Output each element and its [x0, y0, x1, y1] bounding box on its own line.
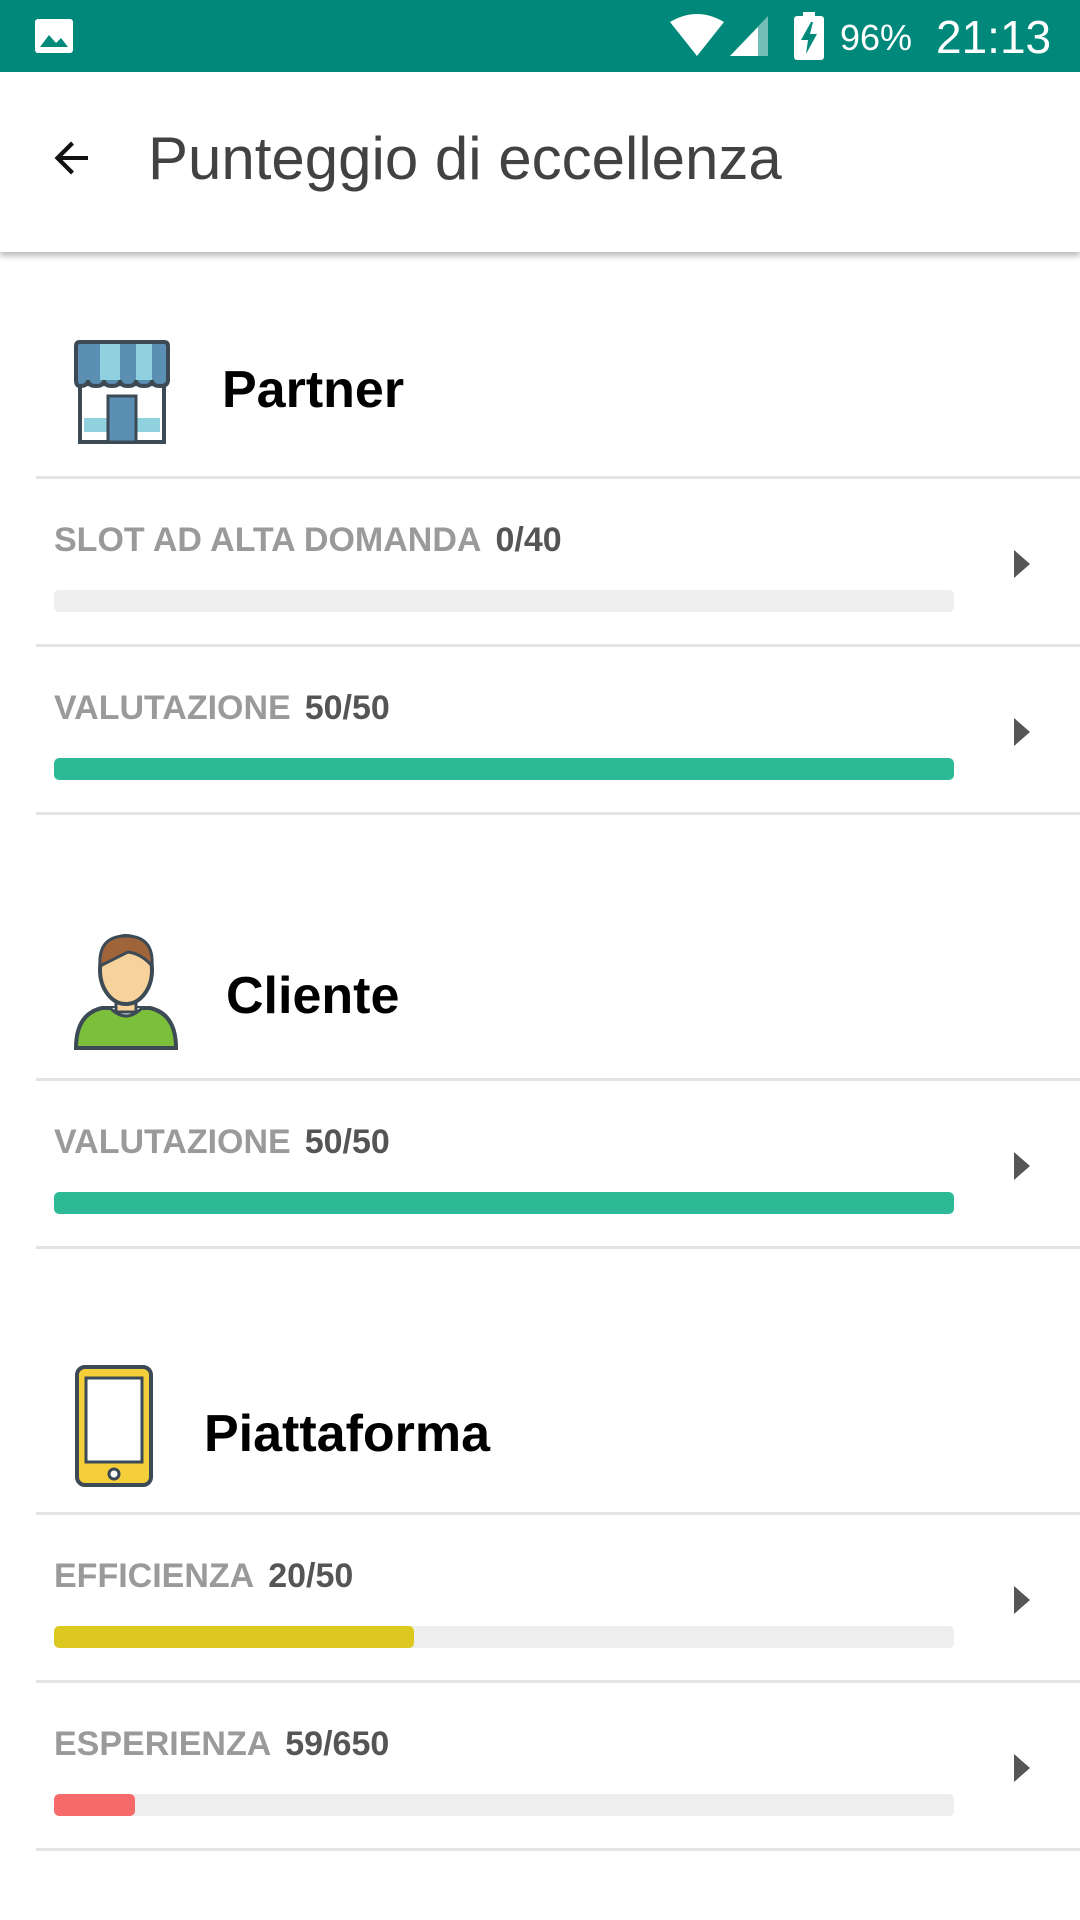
chevron-right-icon — [1014, 1152, 1030, 1180]
section-cliente: Cliente — [0, 932, 1080, 1052]
metric-value: 50/50 — [304, 689, 390, 727]
signal-icon — [730, 16, 768, 56]
page-title: Punteggio di eccellenza — [148, 125, 782, 192]
chevron-right-icon — [1014, 550, 1030, 578]
metric-row[interactable]: SLOT AD ALTA DOMANDA 0/40 — [36, 478, 1080, 646]
chevron-right-icon — [1014, 1586, 1030, 1614]
progress-fill — [54, 758, 954, 780]
store-icon — [74, 340, 170, 444]
customer-icon — [73, 934, 179, 1050]
metric-label: VALUTAZIONE — [54, 689, 291, 727]
metric-label: VALUTAZIONE — [54, 1123, 291, 1161]
battery-percentage: 96% — [840, 17, 913, 58]
progress-track — [54, 758, 954, 780]
progress-track — [54, 590, 954, 612]
progress-track — [54, 1192, 954, 1214]
metric-value: 20/50 — [268, 1557, 354, 1595]
section-title: Partner — [222, 361, 405, 419]
metric-label: ESPERIENZA — [54, 1725, 272, 1763]
section-title: Cliente — [226, 967, 400, 1025]
chevron-right-icon — [1014, 1754, 1030, 1782]
metric-value: 0/40 — [495, 521, 562, 559]
metric-label: EFFICIENZA — [54, 1557, 255, 1595]
metric-row[interactable]: VALUTAZIONE 50/50 — [36, 1080, 1080, 1248]
progress-track — [54, 1794, 954, 1816]
battery-charging-icon — [794, 12, 824, 60]
metric-row[interactable]: EFFICIENZA 20/50 — [36, 1514, 1080, 1682]
section-partner: Partner — [0, 340, 1080, 460]
status-bar: 96% 21:13 — [0, 0, 1080, 72]
divider — [36, 1848, 1080, 1851]
section-piattaforma: Piattaforma — [0, 1364, 1080, 1488]
progress-track — [54, 1626, 954, 1648]
metric-row[interactable]: ESPERIENZA 59/650 — [36, 1682, 1080, 1850]
section-title: Piattaforma — [204, 1405, 491, 1463]
divider — [36, 1246, 1080, 1249]
divider — [36, 812, 1080, 815]
metric-row[interactable]: VALUTAZIONE 50/50 — [36, 646, 1080, 814]
metric-value: 59/650 — [285, 1725, 390, 1763]
back-button[interactable] — [36, 122, 108, 194]
progress-fill — [54, 1794, 135, 1816]
metric-label: SLOT AD ALTA DOMANDA — [54, 521, 482, 559]
metric-value: 50/50 — [304, 1123, 390, 1161]
wifi-icon — [670, 14, 724, 56]
app-bar: Punteggio di eccellenza — [0, 72, 1080, 252]
arrow-back-icon — [54, 141, 88, 175]
clock: 21:13 — [936, 11, 1052, 63]
progress-fill — [54, 1626, 414, 1648]
chevron-right-icon — [1014, 718, 1030, 746]
gallery-icon — [35, 19, 73, 53]
smartphone-icon — [75, 1365, 153, 1487]
progress-fill — [54, 1192, 954, 1214]
